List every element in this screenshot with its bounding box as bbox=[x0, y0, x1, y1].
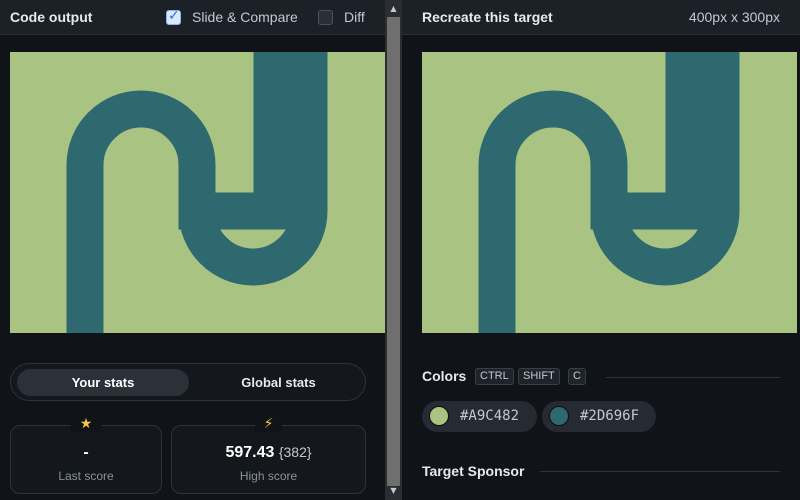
code-output-title: Code output bbox=[10, 9, 93, 25]
scroll-down-icon[interactable]: ▼ bbox=[385, 484, 402, 498]
last-score-value: - bbox=[83, 444, 89, 461]
high-score-label: High score bbox=[239, 469, 298, 483]
color-hex: #2D696F bbox=[580, 408, 640, 424]
color-hex: #A9C482 bbox=[460, 408, 520, 424]
color-dot bbox=[549, 406, 569, 426]
target-panel: Recreate this target 400px x 300px Color… bbox=[402, 0, 800, 500]
colors-row: Colors CTRL SHIFT C bbox=[422, 367, 780, 387]
target-title: Recreate this target bbox=[422, 9, 553, 25]
scrollbar-thumb[interactable] bbox=[387, 17, 400, 486]
tab-global-stats[interactable]: Global stats bbox=[196, 369, 361, 396]
code-output-panel: Code output Slide & Compare Diff Your st… bbox=[0, 0, 385, 500]
colors-label: Colors bbox=[422, 368, 467, 384]
shortcut-key-c: C bbox=[568, 368, 586, 385]
high-score-count: {382} bbox=[278, 444, 312, 460]
high-score-value: 597.43 bbox=[225, 444, 275, 461]
target-header: Recreate this target 400px x 300px bbox=[402, 0, 800, 35]
high-score-card: ⚡ 597.43 {382} High score bbox=[171, 416, 366, 494]
stats-tabs: Your stats Global stats bbox=[10, 363, 366, 401]
slide-compare-checkbox[interactable] bbox=[166, 8, 181, 25]
diff-checkbox[interactable] bbox=[318, 10, 333, 25]
target-shape bbox=[422, 52, 797, 333]
tab-your-stats[interactable]: Your stats bbox=[17, 369, 189, 396]
code-output-canvas[interactable] bbox=[10, 52, 385, 333]
code-output-header: Code output Slide & Compare Diff bbox=[0, 0, 385, 35]
lightning-icon: ⚡ bbox=[254, 416, 283, 432]
last-score-label: Last score bbox=[58, 469, 114, 483]
divider bbox=[540, 471, 780, 472]
shortcut-key-shift: SHIFT bbox=[518, 368, 560, 385]
target-canvas bbox=[422, 52, 797, 333]
color-dot bbox=[429, 406, 449, 426]
slide-compare-label[interactable]: Slide & Compare bbox=[192, 9, 298, 25]
last-score-card: ★ - Last score bbox=[10, 416, 162, 494]
color-swatch-teal[interactable]: #2D696F bbox=[542, 401, 656, 432]
star-icon: ★ bbox=[70, 416, 102, 432]
panel-scrollbar[interactable]: ▲ ▼ bbox=[385, 0, 402, 500]
target-size: 400px x 300px bbox=[688, 9, 780, 25]
high-score-value-row: 597.43 {382} bbox=[172, 444, 365, 462]
scroll-up-icon[interactable]: ▲ bbox=[385, 2, 402, 16]
divider bbox=[606, 377, 780, 378]
color-swatch-green[interactable]: #A9C482 bbox=[422, 401, 537, 432]
sponsor-row: Target Sponsor bbox=[422, 462, 780, 482]
shortcut-key-ctrl: CTRL bbox=[475, 368, 514, 385]
output-shape bbox=[10, 52, 385, 333]
diff-label[interactable]: Diff bbox=[344, 9, 365, 25]
sponsor-label: Target Sponsor bbox=[422, 463, 525, 479]
